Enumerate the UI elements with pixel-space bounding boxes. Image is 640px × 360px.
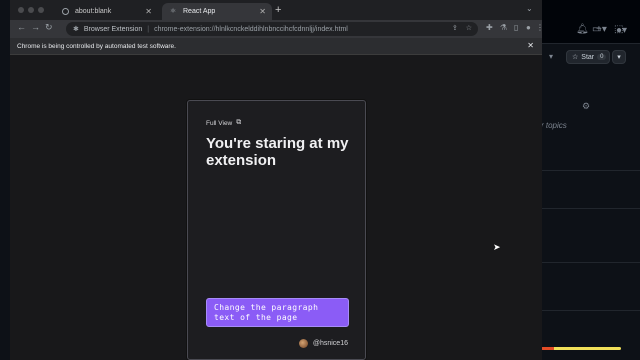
language-bar	[541, 347, 621, 350]
plus-icon[interactable]: +▾	[596, 24, 607, 35]
window-zoom-control[interactable]	[38, 7, 44, 13]
topics-text: r topics	[541, 121, 567, 130]
infobar-text: Chrome is being controlled by automated …	[17, 42, 176, 50]
star-count: 0	[597, 54, 607, 60]
side-panel-icon[interactable]: ▯	[514, 23, 518, 32]
tab-strip: about:blank ✕ ⚛ React App ✕ + ⌄	[10, 0, 542, 20]
share-icon[interactable]: ⇪	[452, 24, 458, 32]
star-icon: ☆	[572, 54, 579, 61]
account-icon[interactable]: ●	[526, 23, 531, 32]
menu-icon[interactable]: ⋮	[536, 23, 544, 32]
tab-title: about:blank	[75, 8, 112, 15]
chevron-down-icon[interactable]: ▾	[549, 52, 553, 61]
bell-icon[interactable]: 🔔︎	[576, 24, 589, 35]
browser-window: about:blank ✕ ⚛ React App ✕ + ⌄ ← → ↻ ✱ …	[10, 0, 544, 360]
new-tab-button[interactable]: +	[275, 4, 281, 16]
divider	[541, 262, 640, 263]
reload-icon[interactable]: ↻	[45, 22, 53, 33]
page-viewport: Full View ⧉ You're staring at my extensi…	[10, 55, 542, 360]
divider	[541, 310, 640, 311]
divider	[541, 208, 640, 209]
extensions-icon[interactable]: ✚	[486, 23, 493, 32]
back-arrow-icon[interactable]: ←	[17, 22, 26, 32]
author-link[interactable]: @hsnice16	[298, 339, 348, 348]
full-view-label: Full View	[206, 119, 233, 127]
full-view-link[interactable]: Full View ⧉	[206, 119, 241, 127]
puzzle-icon: ✱	[73, 26, 79, 33]
address-bar[interactable]: ✱ Browser Extension | chrome-extension:/…	[66, 22, 478, 36]
mouse-cursor-icon: ➤	[493, 242, 501, 252]
close-icon[interactable]: ✕	[145, 7, 152, 16]
lab-icon[interactable]: ⚗	[500, 23, 507, 32]
tab-about-blank[interactable]: about:blank ✕	[54, 3, 158, 20]
avatar	[298, 339, 308, 348]
username: @hsnice16	[312, 340, 348, 347]
extension-popup: Full View ⧉ You're staring at my extensi…	[187, 100, 366, 360]
star-label: Star	[581, 53, 595, 61]
close-icon[interactable]: ✕	[527, 41, 534, 50]
automation-infobar: Chrome is being controlled by automated …	[10, 38, 542, 55]
divider	[541, 170, 640, 171]
external-link-icon: ⧉	[236, 119, 242, 126]
star-button[interactable]: ☆ Star 0	[566, 50, 610, 64]
url-text: chrome-extension://hlnlkcnckelddihlnbncc…	[154, 25, 348, 33]
gear-icon[interactable]: ⚙	[582, 101, 590, 112]
tab-search-chevron-icon[interactable]: ⌄	[526, 4, 533, 13]
forward-arrow-icon[interactable]: →	[31, 22, 40, 32]
tab-react-app[interactable]: ⚛ React App ✕	[162, 3, 272, 20]
tab-title: React App	[183, 8, 216, 15]
bookmark-star-icon[interactable]: ☆	[466, 24, 472, 32]
background-header	[540, 0, 640, 44]
close-icon[interactable]: ✕	[259, 7, 266, 16]
separator: |	[147, 25, 150, 33]
extension-label: Browser Extension	[83, 25, 143, 33]
globe-icon	[62, 8, 69, 15]
popup-headline: You're staring at my extension	[206, 135, 349, 169]
profile-icon[interactable]: ●▾	[616, 25, 627, 36]
window-close-control[interactable]	[18, 7, 24, 13]
change-paragraph-button[interactable]: Change the paragraph text of the page	[206, 298, 349, 327]
star-dropdown-button[interactable]: ▾	[612, 50, 626, 64]
window-minimize-control[interactable]	[28, 7, 34, 13]
browser-toolbar: ← → ↻ ✱ Browser Extension | chrome-exten…	[10, 20, 544, 38]
react-icon: ⚛	[170, 8, 177, 15]
